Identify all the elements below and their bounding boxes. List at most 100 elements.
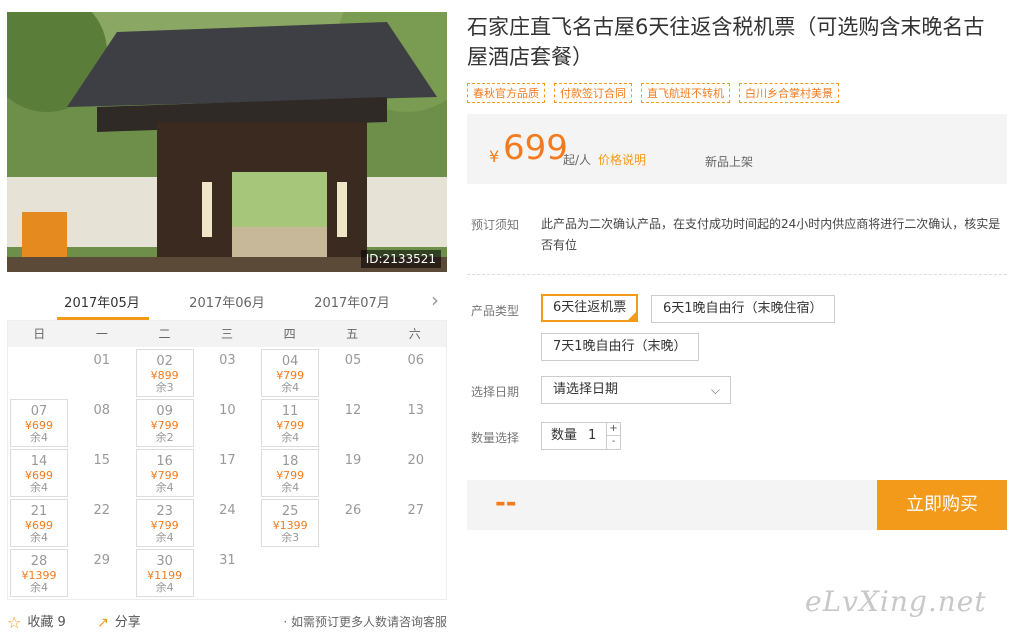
day-number: 14 [30,454,48,469]
new-product-badge: 新品上架 [705,155,754,169]
day-number: 20 [407,453,425,468]
day-number: 09 [156,404,173,419]
date-select-value: 请选择日期 [553,382,619,397]
calendar-day-available[interactable]: 11 ¥799 余4 [261,399,320,447]
photo-id-label: ID:2133521 [360,250,441,268]
day-number: 22 [93,503,111,518]
calendar-day-available[interactable]: 02 ¥899 余3 [135,349,194,397]
day-number: 12 [344,403,362,418]
calendar-day-available[interactable]: 04 ¥799 余4 [261,349,320,397]
favorite-label: 收藏 9 [27,615,66,630]
tab-2017-05[interactable]: 2017年05月 [47,292,157,311]
feature-tag: 直飞航班不转机 [641,83,730,103]
day-remaining: 余4 [30,581,48,594]
share-button[interactable]: ↗ 分享 [97,611,141,631]
qty-decrement-button[interactable]: - [606,436,620,449]
date-select[interactable]: 请选择日期 ⌵ [541,376,731,404]
calendar-day-available[interactable]: 25 ¥1399 余3 [261,499,320,547]
day-number: 08 [93,403,111,418]
product-photo: ID:2133521 [7,12,447,272]
calendar-day-available[interactable]: 14 ¥699 余4 [10,449,68,497]
type-option-6day-ticket[interactable]: 6天往返机票 [541,294,639,322]
calendar-day: 26 [324,499,382,547]
product-title: 石家庄直飞名古屋6天往返含税机票（可选购含末晚名古屋酒店套餐） [467,15,985,69]
calendar-day-available[interactable]: 07 ¥699 余4 [10,399,68,447]
calendar-day: 17 [198,449,256,497]
calendar-day: 13 [387,399,445,447]
day-remaining: 余3 [155,381,174,394]
day-number: 18 [281,454,299,469]
calendar-day: 05 [324,349,382,397]
date-label: 选择日期 [471,385,520,399]
day-number: 11 [281,404,299,419]
calendar-day: 06 [387,349,445,397]
price-box: ¥ 699 起/人 价格说明 新品上架 [467,114,1007,184]
calendar-day-available[interactable]: 23 ¥799 余4 [135,499,194,547]
day-remaining: 余4 [30,431,48,444]
calendar-day: 12 [324,399,382,447]
share-label: 分享 [114,615,141,630]
day-number: 13 [407,403,425,418]
calendar-day: 31 [198,549,256,597]
calendar-day-available[interactable]: 18 ¥799 余4 [261,449,320,497]
feature-tags: 春秋官方品质 付款签订合同 直飞航班不转机 白川乡合掌村美景 [467,83,839,103]
buy-now-button[interactable]: 立即购买 [877,480,1007,530]
notice-label: 预订须知 [471,218,520,232]
calendar-day-available[interactable]: 09 ¥799 余2 [135,399,194,447]
temple-gate-image [7,12,447,272]
share-icon: ↗ [97,615,109,631]
weekday-sun: 日 [33,327,46,341]
type-option-6day-1night[interactable]: 6天1晚自由行（末晚住宿） [651,295,835,323]
day-number: 10 [219,403,236,418]
calendar-day: 10 [198,399,256,447]
day-number: 17 [219,453,236,468]
type-option-7day-1night[interactable]: 7天1晚自由行（末晚） [541,333,699,361]
favorite-button[interactable]: ☆ 收藏 9 [7,611,66,632]
weekday-mon: 一 [95,327,108,341]
qty-increment-button[interactable]: + [606,423,620,436]
total-price: -- [495,488,517,518]
quantity-input[interactable]: 1 [588,423,596,449]
qty-prefix: 数量 [551,428,578,443]
consult-note: · 如需预订更多人数请咨询客服 [283,615,447,629]
day-remaining: 余4 [281,381,300,394]
day-number: 19 [344,453,362,468]
calendar-day: 29 [73,549,131,597]
day-remaining: 余4 [30,531,48,544]
qty-label: 数量选择 [471,431,520,445]
month-tabs: 2017年05月 2017年06月 2017年07月 › [7,282,447,320]
weekday-thu: 四 [283,327,296,341]
day-number: 29 [93,553,111,568]
quantity-stepper: 数量 1 + - [541,422,621,450]
day-number: 30 [156,554,173,569]
chevron-down-icon: ⌵ [710,383,720,397]
tab-2017-07[interactable]: 2017年07月 [297,292,407,311]
price-amount: 699 [503,128,568,168]
day-remaining: 余4 [281,481,300,494]
day-remaining: 余4 [30,481,48,494]
weekday-header: 日 一 二 三 四 五 六 [8,321,446,347]
notice-text: 此产品为二次确认产品，在支付成功时间起的24小时内供应商将进行二次确认，核实是否… [541,217,1001,252]
price-note-link[interactable]: 价格说明 [598,151,646,168]
calendar-day: 24 [198,499,256,547]
day-number: 07 [30,404,48,419]
calendar-day-available[interactable]: 28 ¥1399 余4 [10,549,68,597]
weekday-fri: 五 [346,327,359,341]
calendar-day-available[interactable]: 30 ¥1199 余4 [135,549,194,597]
tab-2017-06[interactable]: 2017年06月 [172,292,282,311]
chevron-right-icon[interactable]: › [431,288,439,312]
weekday-sat: 六 [408,327,421,341]
day-number: 15 [93,453,111,468]
currency-symbol: ¥ [489,147,500,166]
calendar-day-available[interactable]: 16 ¥799 余4 [135,449,194,497]
day-number: 06 [407,353,425,368]
day-remaining: 余3 [281,531,300,544]
price-unit: 起/人 [563,153,592,167]
day-number: 03 [219,353,236,368]
calendar-day-available[interactable]: 21 ¥699 余4 [10,499,68,547]
feature-tag: 春秋官方品质 [467,83,545,103]
weekday-tue: 二 [158,327,171,341]
day-remaining: 余4 [155,581,174,594]
day-number: 27 [407,503,425,518]
type-label: 产品类型 [471,304,520,318]
